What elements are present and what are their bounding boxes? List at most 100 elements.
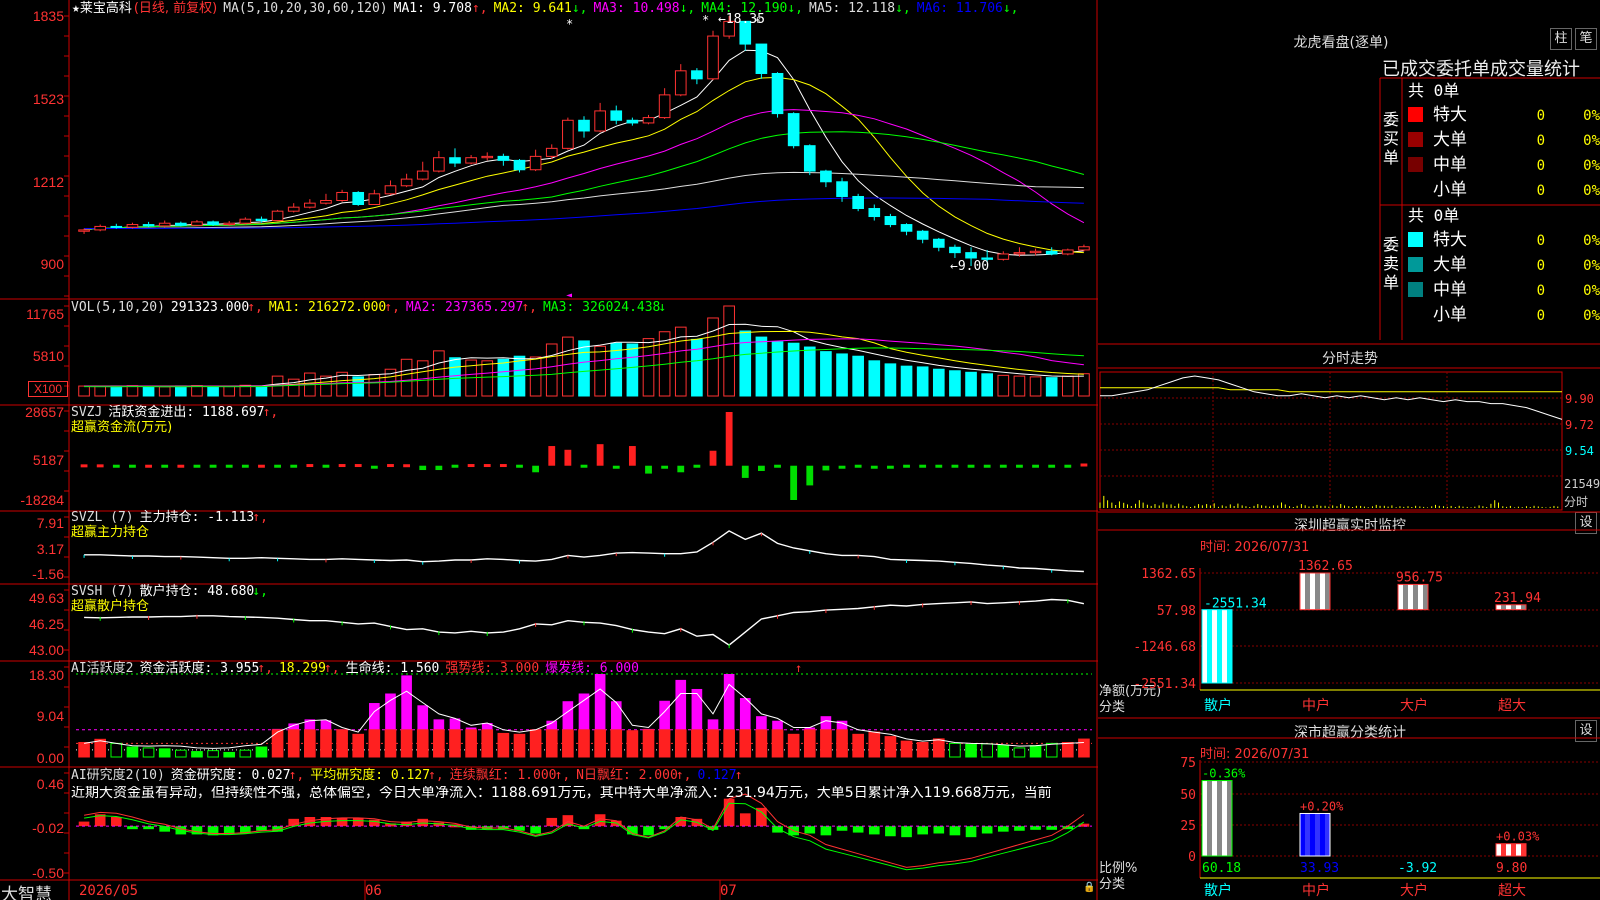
- monitor-bar-stripe: [1413, 584, 1418, 610]
- class-value-label: -3.92: [1398, 861, 1437, 876]
- research-bar: [949, 826, 961, 836]
- class-change-label: +0.20%: [1300, 799, 1344, 813]
- activity-burst-bar: [385, 693, 396, 730]
- money-flow-bar: [725, 412, 733, 466]
- activity-bar: [207, 750, 219, 758]
- ma-line-5: [84, 171, 1084, 230]
- period-label[interactable]: (日线, 前复权): [134, 1, 217, 16]
- svzj-header: SVZJ 活跃资金进出: 1188.697↑,: [71, 405, 279, 420]
- volume-bar: [820, 351, 832, 397]
- research-bar: [981, 826, 993, 834]
- trend-arrow-icon: ↓,: [1002, 1, 1019, 16]
- money-flow-bar: [709, 450, 717, 466]
- star-icon[interactable]: ★: [72, 1, 80, 16]
- money-flow-bar: [435, 465, 443, 471]
- ai-research-header: AI研究度2(10) 资金研究度: 0.027↑, 平均研究度: 0.127↑, 连续…: [71, 768, 743, 783]
- sell-order-row-label: 特大: [1433, 230, 1467, 250]
- activity-burst-bar: [417, 705, 429, 730]
- activity-bar: [916, 741, 929, 758]
- volume-bar: [578, 340, 590, 397]
- candle: [900, 224, 913, 232]
- activity-burst-bar: [675, 679, 687, 730]
- sell-order-row-percent: 0%: [1583, 258, 1600, 274]
- activity-bar: [578, 729, 590, 758]
- activity-burst-bar: [707, 719, 719, 730]
- class-bar-stripe: [1305, 813, 1310, 856]
- monitor-category-label: 散户: [1204, 697, 1232, 714]
- volume-bar: [884, 363, 897, 397]
- money-flow-bar: [241, 464, 249, 468]
- money-flow-bar: [403, 464, 411, 468]
- class-category-label: 大户: [1400, 882, 1428, 899]
- candle: [949, 246, 961, 254]
- monitor-bar: [1299, 572, 1331, 611]
- lock-icon[interactable]: 🔒: [1083, 882, 1095, 893]
- activity-bar: [787, 733, 800, 758]
- buy-order-row-label: 大单: [1433, 130, 1467, 150]
- class-bar-stripe: [1325, 813, 1330, 856]
- svsh-header: SVSH (7) 散户持仓: 48.680↓,: [71, 584, 268, 599]
- money-flow-bar: [741, 465, 749, 478]
- activity-bar: [175, 749, 187, 758]
- monitor-bar-stripe: [1325, 573, 1330, 610]
- buy-order-row-percent: 0%: [1583, 158, 1600, 174]
- money-flow-bar: [628, 446, 636, 466]
- money-flow-bar: [209, 464, 217, 468]
- activity-bar: [884, 736, 897, 758]
- monitor-category-label: 超大: [1498, 698, 1526, 714]
- volume-bar: [739, 330, 752, 397]
- high-price-marker: ←18.35: [718, 12, 765, 27]
- sell-order-row-label: 中单: [1433, 280, 1467, 300]
- candle: [562, 119, 574, 149]
- activity-bar: [997, 744, 1010, 758]
- price-axis-label: 1212: [32, 174, 64, 190]
- buy-order-color-swatch: [1408, 132, 1423, 147]
- monitor-axis-label: 57.98: [1157, 604, 1196, 619]
- money-flow-bar: [354, 464, 362, 468]
- volume-bar: [433, 350, 445, 397]
- monitor-bar-stripe: [1408, 584, 1413, 610]
- volume-bar: [207, 385, 219, 397]
- candle: [449, 157, 461, 164]
- ai-activity-axis-label: 9.04: [36, 708, 64, 724]
- vol-axis-label: 5810: [32, 348, 64, 364]
- volume-bar: [1045, 377, 1058, 397]
- candle: [110, 225, 123, 228]
- research-bar: [739, 813, 751, 827]
- candle: [255, 218, 268, 222]
- monitor-bar-value: 956.75: [1396, 570, 1443, 585]
- money-flow-bar: [774, 464, 781, 468]
- monitor-axis-label: -2551.34: [1133, 677, 1196, 692]
- svzj-axis-label: -18284: [20, 492, 64, 508]
- class-bar-stripe: [1320, 813, 1325, 856]
- volume-bar: [868, 360, 881, 397]
- activity-burst-bar: [546, 720, 558, 730]
- stock-name[interactable]: 莱宝高科: [80, 1, 132, 16]
- sell-order-color-swatch: [1408, 232, 1423, 247]
- ai-activity-axis-label: 18.30: [28, 667, 64, 683]
- sell-order-color-swatch: [1408, 282, 1423, 297]
- ai-research-axis-label: -0.50: [32, 865, 64, 881]
- kline-chart-area[interactable]: * * *◄↑: [0, 0, 1100, 900]
- sell-order-total: 共 0单: [1408, 206, 1459, 225]
- money-flow-bar: [983, 464, 991, 468]
- volume-bar: [110, 385, 123, 397]
- money-flow-bar: [274, 464, 281, 468]
- ma-value-6: MA6: 11.706: [916, 1, 1003, 16]
- candle: [868, 208, 881, 218]
- right-panel-graphics[interactable]: 共 0单特大 0 0%大单 0 0%中单 0 0%小单 0 0%共 0单特大 0 0%大单 0 0%中单…: [1098, 0, 1600, 900]
- buy-order-row-label: 特大: [1433, 105, 1467, 125]
- money-flow-bar: [693, 464, 701, 468]
- money-flow-bar: [757, 465, 765, 471]
- money-flow-bar: [129, 464, 136, 468]
- money-flow-bar: [548, 446, 556, 466]
- vol-unit-label[interactable]: X100: [28, 381, 68, 397]
- brand-logo[interactable]: 大智慧: [1, 880, 52, 900]
- monitor-bar-stripe: [1227, 609, 1232, 683]
- volume-bar: [723, 305, 735, 397]
- candle: [142, 224, 155, 227]
- money-flow-bar: [370, 465, 378, 469]
- money-flow-bar: [580, 464, 588, 468]
- money-flow-bar: [903, 464, 910, 468]
- research-bar: [901, 826, 912, 838]
